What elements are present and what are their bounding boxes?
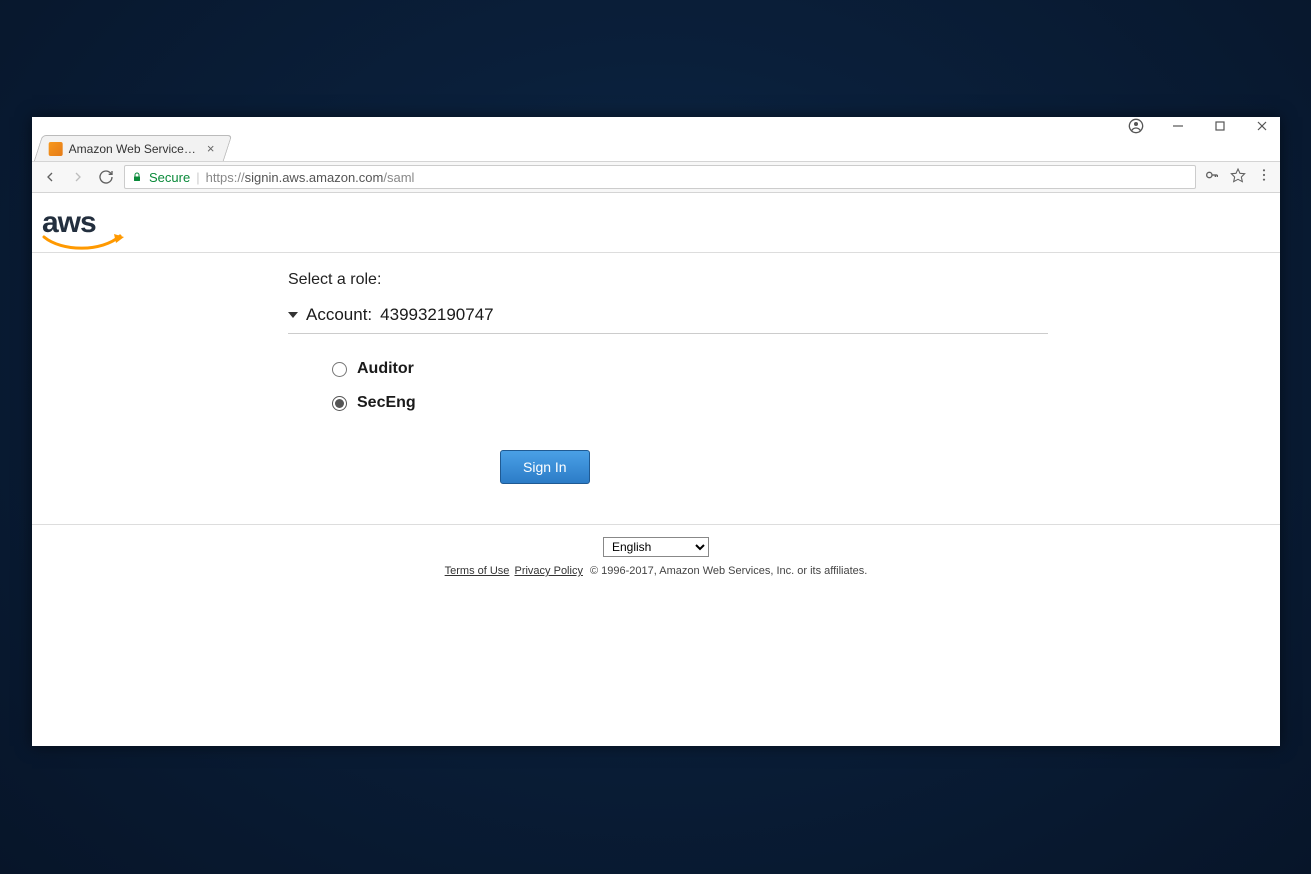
reload-button[interactable] <box>96 167 116 187</box>
tab-close-button[interactable]: × <box>205 141 217 156</box>
page-footer: English Terms of Use Privacy Policy © 19… <box>32 524 1280 589</box>
lock-icon <box>131 171 143 183</box>
window-maximize-button[interactable] <box>1206 118 1234 134</box>
role-option-auditor[interactable]: Auditor <box>332 352 1048 386</box>
role-radio-seceng[interactable] <box>332 396 347 411</box>
tab-strip: Amazon Web Services Si × <box>32 135 1280 161</box>
window-titlebar <box>32 117 1280 135</box>
role-list: Auditor SecEng <box>288 334 1048 420</box>
address-bar: Secure | https://signin.aws.amazon.com/s… <box>32 161 1280 193</box>
saved-passwords-icon[interactable] <box>1204 167 1220 188</box>
page-content: aws Select a role: Account: 439932190747… <box>32 193 1280 746</box>
browser-tab[interactable]: Amazon Web Services Si × <box>34 135 232 161</box>
aws-smile-icon <box>42 234 126 252</box>
url-input[interactable]: Secure | https://signin.aws.amazon.com/s… <box>124 165 1196 189</box>
caret-down-icon <box>288 312 298 318</box>
privacy-policy-link[interactable]: Privacy Policy <box>514 565 582 577</box>
aws-logo[interactable]: aws <box>42 206 126 240</box>
account-toggle[interactable]: Account: 439932190747 <box>288 301 1048 334</box>
aws-favicon-icon <box>49 142 63 156</box>
account-label: Account: <box>306 305 372 325</box>
copyright-text: © 1996-2017, Amazon Web Services, Inc. o… <box>590 565 867 577</box>
sign-in-button[interactable]: Sign In <box>500 450 590 484</box>
back-button[interactable] <box>40 167 60 187</box>
account-id: 439932190747 <box>380 305 493 325</box>
role-label-seceng[interactable]: SecEng <box>357 394 416 412</box>
profile-icon[interactable] <box>1122 118 1150 134</box>
role-selection-form: Select a role: Account: 439932190747 Aud… <box>288 271 1048 514</box>
secure-label: Secure <box>149 170 190 185</box>
url-text: https://signin.aws.amazon.com/saml <box>206 170 415 185</box>
window-minimize-button[interactable] <box>1164 118 1192 134</box>
role-radio-auditor[interactable] <box>332 362 347 377</box>
kebab-menu-icon[interactable] <box>1256 167 1272 188</box>
aws-header: aws <box>32 193 1280 253</box>
role-label-auditor[interactable]: Auditor <box>357 360 414 378</box>
select-role-heading: Select a role: <box>288 271 1048 289</box>
tab-title: Amazon Web Services Si <box>69 142 199 156</box>
url-separator: | <box>196 170 199 185</box>
window-close-button[interactable] <box>1248 118 1276 134</box>
browser-window: Amazon Web Services Si × Secure | https:… <box>32 117 1280 746</box>
language-select[interactable]: English <box>603 537 709 557</box>
terms-of-use-link[interactable]: Terms of Use <box>445 565 510 577</box>
role-option-seceng[interactable]: SecEng <box>332 386 1048 420</box>
forward-button[interactable] <box>68 167 88 187</box>
bookmark-star-icon[interactable] <box>1230 167 1246 188</box>
